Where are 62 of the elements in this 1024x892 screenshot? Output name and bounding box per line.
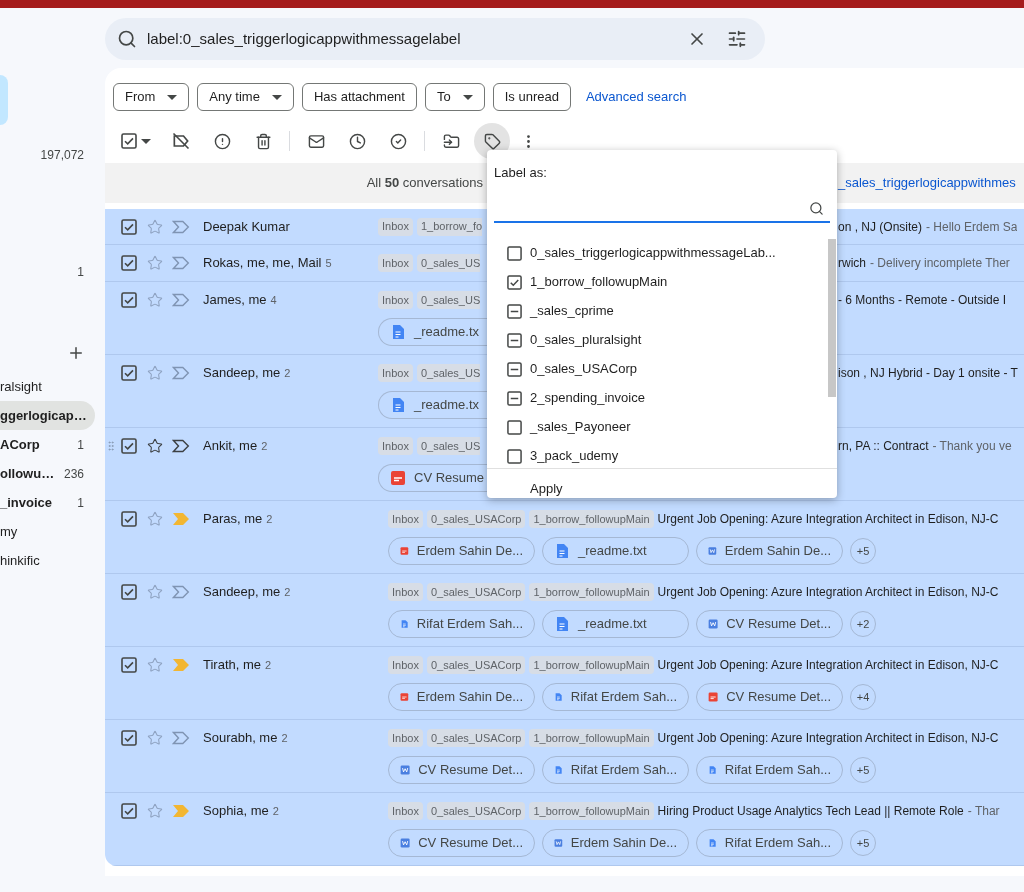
selection-message: All 50 conversations — [365, 174, 483, 193]
label-chip: 1_borrow_followupMain — [529, 583, 654, 601]
menu-title: Label as: — [494, 164, 548, 182]
label-chip: Inbox — [388, 802, 423, 820]
message-count: 2 — [266, 511, 273, 527]
sender-name: James, me — [203, 291, 267, 310]
label-chip: 1_borrow_followupMain — [529, 802, 654, 820]
sender-name: Rokas, me, me, Mail — [203, 254, 322, 273]
email-subject: rn, PA :: Contract — [838, 438, 929, 455]
label-chip: Inbox — [378, 291, 413, 309]
label-chip: Inbox — [388, 510, 423, 528]
mail-count: 1 — [76, 264, 84, 280]
label-chip: Inbox — [378, 437, 413, 455]
label-chip: 1_borrow_followupMain — [529, 510, 654, 528]
email-subject: Urgent Job Opening: Azure Integration Architect in Edison, NJ-C — [657, 511, 999, 528]
label-chip: Inbox — [378, 254, 413, 272]
message-count: 2 — [265, 657, 272, 673]
sender-name: Tirath, me — [203, 656, 262, 675]
label-chip: 0_sales_USACorp — [426, 802, 526, 820]
message-count: 2 — [284, 584, 291, 600]
mail-count: 197,072 — [39, 147, 84, 163]
email-snippet: - Thank you ve — [932, 438, 1012, 455]
sender-name: Paras, me — [203, 510, 263, 529]
label-chip: 1_borrow_followupMain — [529, 729, 654, 747]
message-count: 5 — [325, 255, 332, 271]
label-chip: Inbox — [378, 217, 413, 236]
email-subject: ison , NJ Hybrid - Day 1 onsite - T — [838, 365, 1018, 382]
email-snippet: - Delivery incomplete Ther — [870, 255, 1010, 272]
message-count: 2 — [281, 730, 288, 746]
label-chip: Inbox — [378, 364, 413, 382]
sender-name: Deepak Kumar — [203, 218, 290, 237]
label-chip: 0_sales_USACorp — [426, 583, 526, 601]
label-chip: 1_borrow_fo — [416, 217, 483, 236]
email-subject: Urgent Job Opening: Azure Integration Architect in Edison, NJ-C — [657, 730, 999, 747]
sender-name: Sandeep, me — [203, 364, 281, 383]
label-chip: 0_sales_USACorp — [426, 656, 526, 674]
email-subject: rwich — [838, 255, 866, 272]
email-subject: Hiring Product Usage Analytics Tech Lead || Remote Role — [657, 803, 964, 820]
email-snippet: - Hello Erdem Sa — [926, 219, 1018, 236]
email-subject: on , NJ (Onsite) — [838, 219, 923, 236]
label-chip: 1_borrow_followupMain — [529, 656, 654, 674]
message-count: 2 — [284, 365, 291, 381]
label-chip: 0_sales_USACorp — [426, 729, 526, 747]
label-chip: Inbox — [388, 583, 423, 601]
email-subject: Urgent Job Opening: Azure Integration Architect in Edison, NJ-C — [657, 657, 999, 674]
label-chip: Inbox — [388, 656, 423, 674]
label-chip: Inbox — [388, 729, 423, 747]
sender-name: Sophia, me — [203, 802, 269, 821]
sender-name: Sourabh, me — [203, 729, 278, 748]
message-count: 4 — [270, 292, 277, 308]
label-chip: 0_sales_USACorp — [426, 510, 526, 528]
message-count: 2 — [272, 803, 279, 819]
message-count: 2 — [261, 438, 268, 454]
label-chip: 0_sales_US — [416, 254, 481, 272]
sender-name: Sandeep, me — [203, 583, 281, 602]
sender-name: Ankit, me — [203, 437, 258, 456]
label-chip: 0_sales_US — [416, 291, 481, 309]
email-snippet: - Thar — [967, 803, 1000, 820]
email-subject: Urgent Job Opening: Azure Integration Architect in Edison, NJ-C — [657, 584, 999, 601]
email-subject: - 6 Months - Remote - Outside I — [838, 292, 1007, 309]
label-chip: 0_sales_US — [416, 437, 481, 455]
label-chip: 0_sales_US — [416, 364, 481, 382]
